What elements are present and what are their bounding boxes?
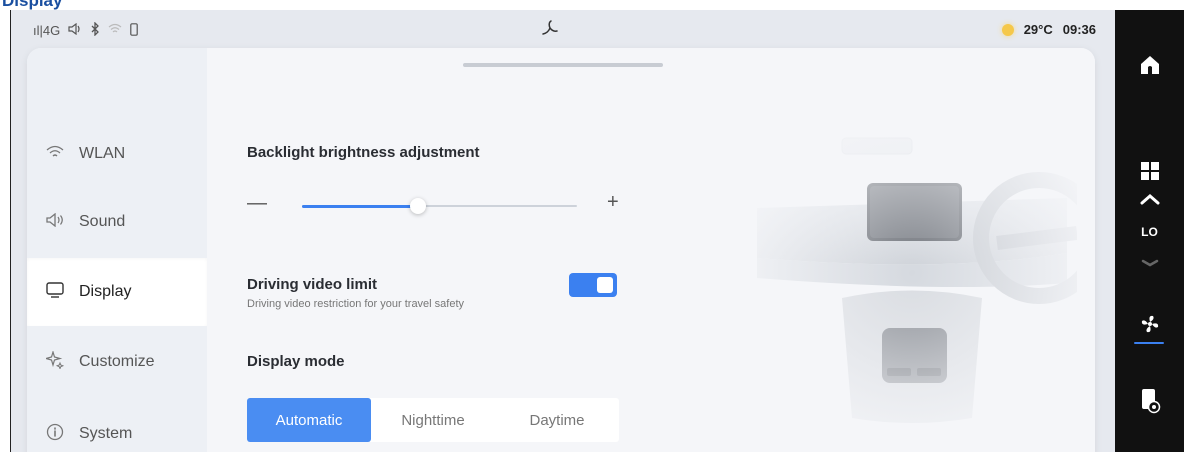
screen: ıl|4G 29°C 09:36 WLAN Sound Display Cust… (10, 10, 1115, 452)
driving-video-subtitle: Driving video restriction for your trave… (247, 298, 465, 310)
settings-sidebar: WLAN Sound Display Customize System (27, 48, 207, 452)
temperature-label: 29°C (1023, 22, 1053, 37)
decrease-brightness-button[interactable]: — (247, 192, 267, 215)
display-mode-title: Display mode (247, 353, 345, 370)
sidebar-item-display[interactable]: Display (27, 258, 207, 326)
brightness-title: Backlight brightness adjustment (247, 144, 480, 161)
home-icon (1139, 54, 1161, 81)
header-strip: Display (0, 0, 1184, 10)
slider-track[interactable] (302, 198, 577, 214)
increase-brightness-button[interactable]: + (607, 191, 619, 214)
chevron-down-icon (1140, 255, 1160, 273)
phone-icon (130, 22, 139, 39)
grid-icon (1140, 161, 1160, 186)
ac-level-label: LO (1141, 225, 1158, 239)
sidebar-item-label: Display (79, 283, 132, 300)
sidebar-item-label: Customize (79, 353, 155, 370)
display-mode-selector: Automatic Nighttime Daytime (247, 398, 619, 442)
driving-video-toggle[interactable] (569, 273, 617, 297)
bluetooth-icon (90, 21, 100, 39)
wifi-status-icon (108, 23, 122, 38)
mode-daytime-option[interactable]: Daytime (495, 398, 619, 442)
sidebar-item-system[interactable]: System (27, 400, 207, 452)
clock: 09:36 (1062, 22, 1096, 37)
chevron-up-icon (1140, 192, 1160, 210)
slider-fill (302, 204, 418, 208)
sidebar-item-label: Sound (79, 213, 126, 230)
status-left: ıl|4G (33, 21, 139, 39)
sidebar-item-sound[interactable]: Sound (27, 188, 207, 256)
slider-thumb[interactable] (409, 198, 426, 214)
sidebar-item-label: System (79, 425, 133, 442)
fan-active-indicator (1134, 342, 1164, 344)
sun-icon (1001, 23, 1014, 36)
signal-4g-label: ıl|4G (33, 23, 61, 38)
car-interior-illustration (747, 108, 1077, 438)
sidebar-item-label: WLAN (79, 145, 126, 162)
wifi-icon (45, 145, 65, 164)
fan-status-icon (539, 20, 561, 43)
apps-button[interactable] (1115, 158, 1184, 188)
mode-nighttime-option[interactable]: Nighttime (371, 398, 495, 442)
right-control-bar: LO (1115, 10, 1184, 452)
volume-icon (68, 22, 82, 38)
sparkle-icon (43, 349, 65, 374)
driving-video-title: Driving video limit (247, 276, 378, 293)
speaker-icon (45, 212, 65, 232)
fan-icon (1139, 313, 1161, 340)
status-bar: ıl|4G 29°C 09:36 (11, 10, 1116, 50)
toggle-knob (597, 277, 613, 293)
ac-level: LO (1115, 222, 1184, 242)
sidebar-item-wlan[interactable]: WLAN (27, 120, 207, 188)
fan-button[interactable] (1115, 312, 1184, 340)
info-icon (45, 423, 65, 446)
mode-automatic-option[interactable]: Automatic (247, 398, 371, 442)
status-right: 29°C 09:36 (1001, 22, 1096, 37)
home-button[interactable] (1115, 52, 1184, 82)
monitor-icon (45, 281, 65, 303)
sidebar-item-customize[interactable]: Customize (27, 328, 207, 396)
vehicle-settings-button[interactable] (1115, 388, 1184, 418)
settings-card: WLAN Sound Display Customize System Back… (27, 48, 1095, 452)
device-settings-icon (1139, 388, 1161, 419)
brightness-slider[interactable]: — + (247, 191, 647, 218)
temp-down-button[interactable] (1115, 256, 1184, 272)
drag-handle[interactable] (463, 63, 663, 67)
settings-content: Backlight brightness adjustment — + Driv… (207, 48, 1095, 452)
temp-up-button[interactable] (1115, 190, 1184, 212)
